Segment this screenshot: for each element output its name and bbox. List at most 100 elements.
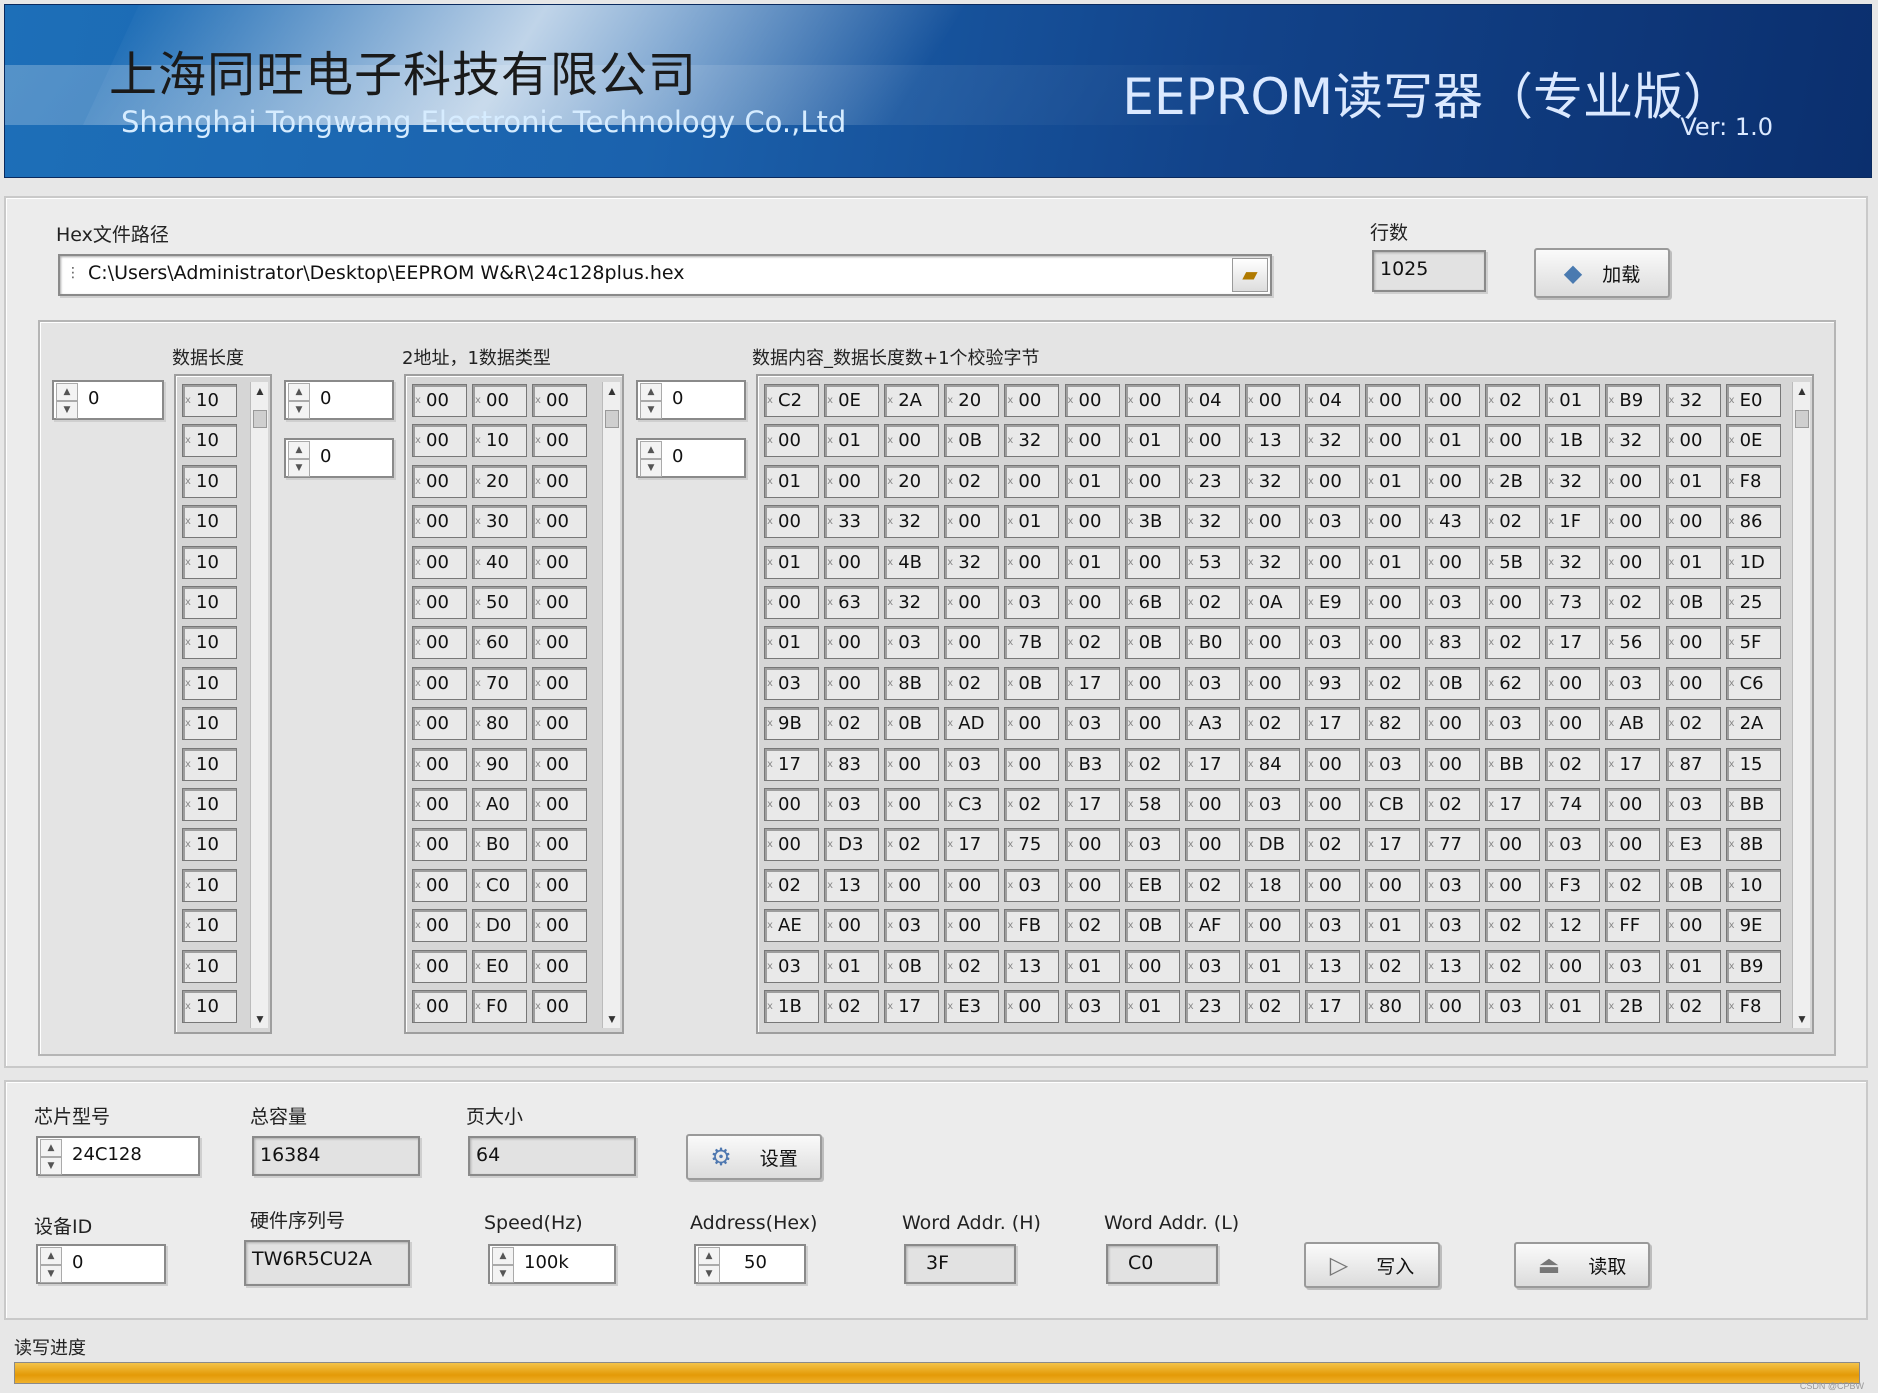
content-cell[interactable]: 03: [824, 788, 880, 821]
content-cell[interactable]: FB: [1004, 909, 1060, 943]
content-cell[interactable]: 17: [1064, 788, 1120, 821]
address-cell[interactable]: 00: [412, 788, 467, 821]
content-cell[interactable]: 18: [1244, 868, 1300, 902]
content-cell[interactable]: 17: [884, 990, 940, 1023]
content-cell[interactable]: 00: [1064, 586, 1120, 619]
content-cell[interactable]: 02: [1244, 990, 1300, 1023]
content-cell[interactable]: 63: [824, 586, 880, 619]
read-button[interactable]: ⏏ 读取: [1514, 1242, 1650, 1288]
address-cell[interactable]: 00: [412, 990, 467, 1023]
address-index-row-spinner[interactable]: ▲ ▼: [288, 383, 310, 419]
browse-folder-button[interactable]: ▰: [1232, 258, 1268, 292]
content-cell[interactable]: 01: [1124, 424, 1180, 458]
content-cell[interactable]: 00: [1605, 788, 1661, 821]
content-cell[interactable]: 00: [1124, 545, 1180, 579]
address-cell[interactable]: 00: [532, 747, 587, 781]
content-cell[interactable]: C6: [1725, 666, 1781, 700]
content-cell[interactable]: 80: [1365, 990, 1420, 1023]
load-button[interactable]: ◆ 加载: [1534, 248, 1670, 298]
content-cell[interactable]: 7B: [1004, 626, 1060, 660]
content-cell[interactable]: 02: [1365, 666, 1420, 700]
address-cell[interactable]: 90: [472, 747, 527, 781]
content-cell[interactable]: 00: [1124, 666, 1180, 700]
address-index-col-spinner[interactable]: ▲ ▼: [288, 441, 310, 477]
content-cell[interactable]: 01: [1665, 545, 1721, 579]
address-spinner[interactable]: ▲ ▼: [698, 1247, 720, 1283]
content-cell[interactable]: 03: [1545, 828, 1601, 862]
content-cell[interactable]: 03: [1365, 747, 1420, 781]
length-cell[interactable]: 10: [182, 707, 237, 741]
content-cell[interactable]: 5B: [1485, 545, 1541, 579]
content-cell[interactable]: E9: [1304, 586, 1360, 619]
address-cell[interactable]: D0: [472, 909, 527, 943]
content-cell[interactable]: 74: [1545, 788, 1601, 821]
content-cell[interactable]: 0B: [884, 707, 940, 741]
content-cell[interactable]: 03: [1004, 586, 1060, 619]
chip-select[interactable]: ▲ ▼ 24C128: [36, 1136, 200, 1176]
content-cell[interactable]: 01: [764, 464, 819, 498]
device-id-spinner[interactable]: ▲ ▼: [40, 1247, 62, 1283]
content-cell[interactable]: 00: [884, 788, 940, 821]
content-cell[interactable]: 03: [884, 626, 940, 660]
content-cell[interactable]: FF: [1605, 909, 1661, 943]
content-cell[interactable]: 1B: [1545, 424, 1601, 458]
content-cell[interactable]: A3: [1184, 707, 1240, 741]
content-cell[interactable]: 0B: [1665, 868, 1721, 902]
content-cell[interactable]: 00: [884, 868, 940, 902]
content-cell[interactable]: 03: [1425, 868, 1481, 902]
address-cell[interactable]: E0: [472, 949, 527, 983]
content-cell[interactable]: 00: [1124, 707, 1180, 741]
content-cell[interactable]: 00: [1244, 505, 1300, 539]
content-index-col-spinner[interactable]: ▲ ▼: [640, 441, 662, 477]
content-cell[interactable]: F8: [1725, 990, 1781, 1023]
content-cell[interactable]: 17: [764, 747, 819, 781]
address-cell[interactable]: 00: [532, 707, 587, 741]
device-id-input[interactable]: ▲ ▼ 0: [36, 1244, 166, 1284]
content-cell[interactable]: 0B: [1425, 666, 1481, 700]
length-cell[interactable]: 10: [182, 545, 237, 579]
address-cell[interactable]: 80: [472, 707, 527, 741]
content-cell[interactable]: 17: [944, 828, 1000, 862]
content-cell[interactable]: 01: [1124, 990, 1180, 1023]
content-cell[interactable]: 15: [1725, 747, 1781, 781]
content-cell[interactable]: 00: [944, 505, 1000, 539]
content-cell[interactable]: BB: [1485, 747, 1541, 781]
content-array-scrollbar[interactable]: ▲ ▼: [1792, 382, 1810, 1028]
content-cell[interactable]: 02: [1004, 788, 1060, 821]
content-cell[interactable]: E0: [1725, 384, 1781, 417]
content-cell[interactable]: 02: [1485, 384, 1541, 417]
content-cell[interactable]: EB: [1124, 868, 1180, 902]
content-cell[interactable]: 00: [1425, 990, 1481, 1023]
content-cell[interactable]: CB: [1365, 788, 1420, 821]
address-cell[interactable]: C0: [472, 868, 527, 902]
address-cell[interactable]: 00: [412, 464, 467, 498]
content-cell[interactable]: 00: [1605, 464, 1661, 498]
content-cell[interactable]: 03: [1665, 788, 1721, 821]
content-cell[interactable]: 00: [1184, 788, 1240, 821]
content-cell[interactable]: 58: [1124, 788, 1180, 821]
content-cell[interactable]: 00: [764, 788, 819, 821]
content-cell[interactable]: 02: [1064, 626, 1120, 660]
content-cell[interactable]: 04: [1184, 384, 1240, 417]
content-cell[interactable]: E3: [1665, 828, 1721, 862]
address-cell[interactable]: 00: [412, 384, 467, 417]
content-cell[interactable]: 87: [1665, 747, 1721, 781]
length-cell[interactable]: 10: [182, 464, 237, 498]
content-cell[interactable]: 02: [824, 990, 880, 1023]
content-cell[interactable]: 17: [1304, 990, 1360, 1023]
length-cell[interactable]: 10: [182, 909, 237, 943]
content-cell[interactable]: 03: [1304, 505, 1360, 539]
content-cell[interactable]: 00: [1485, 868, 1541, 902]
length-cell[interactable]: 10: [182, 424, 237, 458]
content-cell[interactable]: 73: [1545, 586, 1601, 619]
content-cell[interactable]: 03: [1064, 990, 1120, 1023]
content-cell[interactable]: 00: [1605, 505, 1661, 539]
content-cell[interactable]: F3: [1545, 868, 1601, 902]
content-cell[interactable]: 32: [1605, 424, 1661, 458]
content-cell[interactable]: 00: [1004, 545, 1060, 579]
address-cell[interactable]: 00: [532, 949, 587, 983]
address-cell[interactable]: 00: [412, 747, 467, 781]
address-cell[interactable]: 00: [532, 828, 587, 862]
address-cell[interactable]: 00: [412, 909, 467, 943]
content-cell[interactable]: D3: [824, 828, 880, 862]
